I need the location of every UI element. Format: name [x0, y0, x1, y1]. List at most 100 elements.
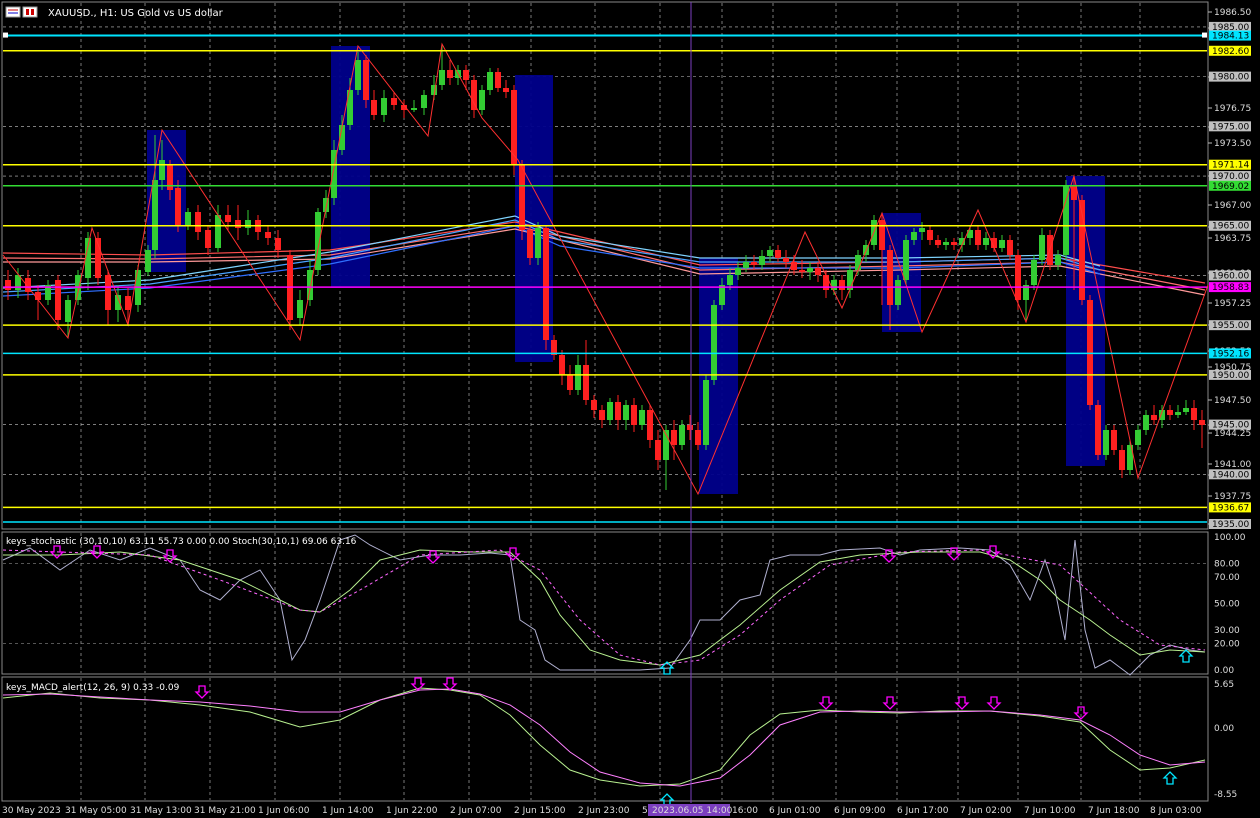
candle-body [5, 280, 11, 290]
chart-type-icon[interactable] [5, 6, 21, 18]
candle-body [1135, 430, 1141, 445]
candle-body [1039, 235, 1045, 260]
macd-axis-label: -8.55 [1214, 790, 1237, 800]
candle-body [307, 270, 313, 300]
price-tick-label: 1963.75 [1214, 234, 1251, 244]
candle-body [471, 80, 477, 110]
candle-body [951, 242, 957, 245]
candle-body [655, 440, 661, 460]
candle-body [159, 160, 165, 180]
price-tick-label: 1957.25 [1214, 299, 1251, 309]
candle-body [1191, 408, 1197, 420]
candle-body [145, 250, 151, 272]
candle-body [1111, 430, 1117, 450]
candle-body [487, 72, 493, 90]
candle-body [671, 430, 677, 445]
stoch-axis-label: 30.00 [1214, 626, 1240, 636]
time-tick-label: 6 Jun 17:00 [897, 806, 949, 816]
candle-body [411, 108, 417, 110]
candle-body [1143, 415, 1149, 430]
time-tick-label: 6 Jun 09:00 [834, 806, 886, 816]
time-tick-label: 2 Jun 15:00 [514, 806, 566, 816]
level-handle[interactable] [3, 32, 8, 38]
candle-body [743, 262, 749, 268]
candle-body [687, 425, 693, 430]
candle-body [927, 230, 933, 240]
candle-body [195, 212, 201, 232]
candle-body [1175, 412, 1181, 415]
candle-body [719, 285, 725, 305]
candle-body [751, 262, 757, 265]
candle-body [363, 60, 369, 100]
price-level-tag-text: 1950.00 [1212, 371, 1249, 381]
candle-body [647, 410, 653, 440]
stochastic-axis: 100.00 80.00 70.00 50.00 30.00 20.00 0.00 [1214, 533, 1246, 676]
candle-body [527, 230, 533, 258]
candle-body [919, 228, 925, 232]
level-handle[interactable] [1202, 32, 1207, 38]
candle-body [695, 430, 701, 445]
candle-body [511, 90, 517, 165]
time-tick-label: 30 May 2023 [2, 806, 61, 816]
candle-body [55, 280, 61, 320]
macd-axis: 5.65 0.00 -8.55 [1214, 680, 1237, 800]
time-tick-label: 8 Jun 03:00 [1150, 806, 1202, 816]
candle-body [35, 292, 41, 300]
candle-body [519, 165, 525, 230]
time-tick-label: 31 May 21:00 [194, 806, 256, 816]
stochastic-pane[interactable] [1, 531, 1209, 675]
price-level-tag-text: 1945.00 [1212, 421, 1249, 431]
chart-canvas[interactable]: 1986.501983.751980.001976.751975.001973.… [0, 0, 1260, 818]
time-tick-label: 2 Jun 07:00 [450, 806, 502, 816]
candle-body [799, 270, 805, 272]
candle-body [895, 280, 901, 305]
candle-body [235, 220, 241, 228]
candle-body [831, 280, 837, 290]
candle-body [815, 268, 821, 275]
candle-body [535, 228, 541, 258]
stochastic-label: keys_stochastic (30,10,10) 63.11 55.73 0… [6, 537, 357, 547]
candle-body [1151, 415, 1157, 420]
macd-axis-label: 5.65 [1214, 680, 1234, 690]
candle-body [125, 296, 131, 310]
candle-body [381, 98, 387, 115]
candle-body [559, 355, 565, 375]
candle-body [839, 280, 845, 290]
time-tick-label: 31 May 13:00 [130, 806, 192, 816]
candle-body [783, 258, 789, 262]
candle-body [735, 268, 741, 275]
candle-body [615, 402, 621, 420]
candle-body [495, 72, 501, 88]
symbol-title: XAUUSD., H1: US Gold vs US dollar [48, 8, 224, 19]
candle-body [421, 95, 427, 108]
candle-body [599, 410, 605, 420]
candle-body [607, 402, 613, 420]
candle-body [1007, 240, 1013, 255]
time-tick-label: 1 Jun 22:00 [386, 806, 438, 816]
candle-body [1119, 450, 1125, 470]
price-tick-label: 1976.75 [1214, 104, 1251, 114]
candle-body [983, 238, 989, 245]
candle-body [903, 240, 909, 280]
macd-axis-label: 0.00 [1214, 724, 1234, 734]
stoch-axis-label: 70.00 [1214, 573, 1240, 583]
macd-label: keys_MACD_alert(12, 26, 9) 0.33 -0.09 [6, 683, 180, 693]
candle-body [679, 425, 685, 445]
candle-body [1103, 430, 1109, 455]
price-tick-label: 1967.00 [1214, 201, 1251, 211]
candle-body [225, 215, 231, 222]
candle-body [975, 230, 981, 245]
candle-body [575, 365, 581, 390]
macd-pane[interactable] [1, 676, 1209, 802]
candle-body [935, 240, 941, 245]
candle-body [265, 232, 271, 238]
candle-body [245, 220, 251, 228]
candle-body [1167, 410, 1173, 415]
price-level-tag-text: 1969.02 [1212, 182, 1249, 192]
candle-body [479, 90, 485, 110]
candle-body [1031, 260, 1037, 285]
zone-rect [699, 258, 738, 494]
price-level-tag-text: 1970.00 [1212, 172, 1249, 182]
flag-icon[interactable] [22, 6, 38, 18]
candle-body [543, 228, 549, 340]
